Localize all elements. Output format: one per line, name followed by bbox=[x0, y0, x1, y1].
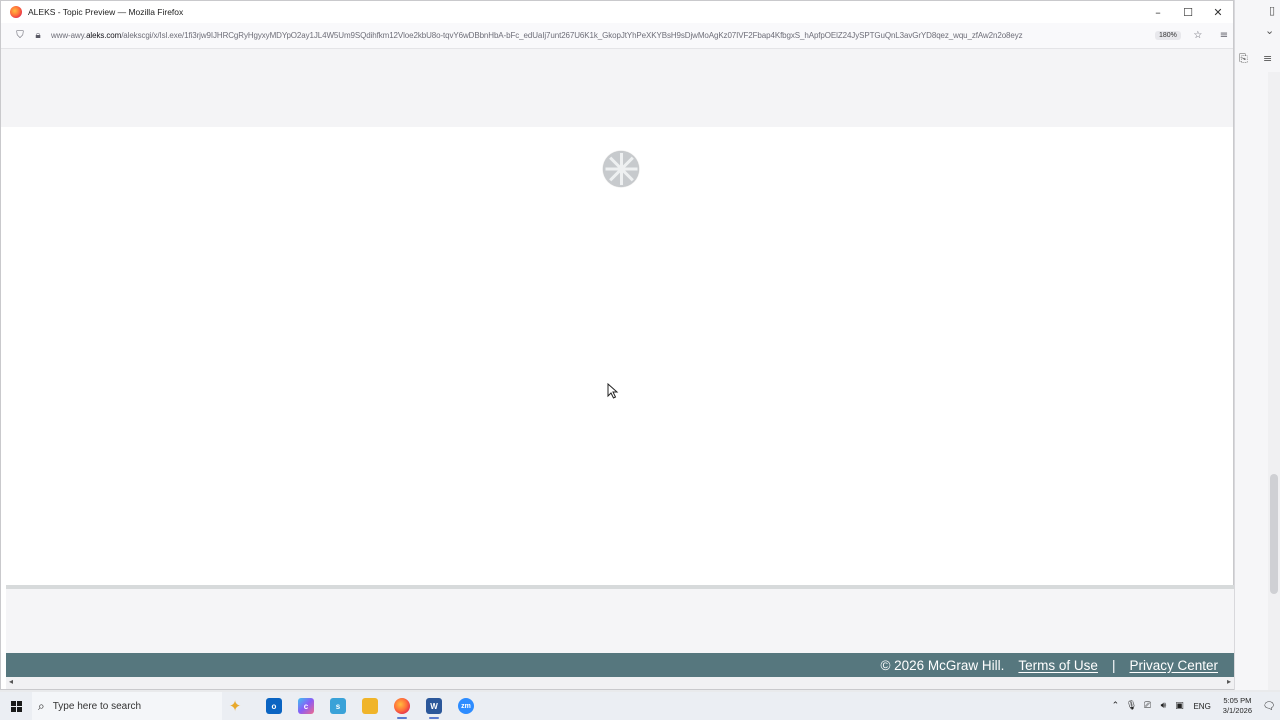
zoom-icon: zm bbox=[458, 698, 474, 714]
terms-of-use-link[interactable]: Terms of Use bbox=[1018, 658, 1098, 673]
zoom-level-badge[interactable]: 180% bbox=[1155, 31, 1181, 40]
copilot-icon: c bbox=[298, 698, 314, 714]
folder-icon bbox=[362, 698, 378, 714]
lock-icon[interactable]: 🔒︎ bbox=[29, 27, 47, 45]
language-indicator[interactable]: ENG bbox=[1193, 702, 1210, 711]
firefox-logo-icon bbox=[10, 6, 22, 18]
address-bar: ⛉ 🔒︎ www-awy.aleks.com/alekscgi/x/Isl.ex… bbox=[1, 23, 1233, 49]
url-text[interactable]: www-awy.aleks.com/alekscgi/x/Isl.exe/1fi… bbox=[51, 31, 1151, 40]
maximize-button[interactable]: ☐ bbox=[1173, 1, 1203, 23]
menu-icon[interactable]: ≡ bbox=[1263, 52, 1272, 65]
taskbar-copilot[interactable]: c bbox=[290, 692, 322, 720]
taskbar-outlook[interactable]: o bbox=[258, 692, 290, 720]
background-scrollbar-thumb[interactable] bbox=[1270, 474, 1278, 594]
taskbar-firefox[interactable] bbox=[386, 692, 418, 720]
extensions-icon[interactable]: ⎘ bbox=[1239, 52, 1248, 66]
snipping-tool-icon: s bbox=[330, 698, 346, 714]
search-placeholder: Type here to search bbox=[52, 700, 142, 712]
title-bar[interactable]: ALEKS - Topic Preview — Mozilla Firefox … bbox=[1, 1, 1233, 23]
close-button[interactable]: ✕ bbox=[1203, 1, 1233, 23]
page-content: © 2026 McGraw Hill. Terms of Use | Priva… bbox=[1, 49, 1234, 689]
system-tray: ⌃ 🎙︎ ⎚ 🔊︎ ▣ ENG 5:05 PM 3/1/2026 🗨︎ bbox=[1107, 692, 1280, 720]
lower-band bbox=[6, 589, 1234, 653]
windows-logo-icon bbox=[10, 700, 22, 712]
privacy-center-link[interactable]: Privacy Center bbox=[1129, 658, 1218, 673]
taskbar: ⌕ Type here to search ✦ o c s W zm ⌃ 🎙︎ … bbox=[0, 692, 1280, 720]
footer-separator: | bbox=[1111, 657, 1116, 673]
window-title: ALEKS - Topic Preview — Mozilla Firefox bbox=[28, 7, 184, 17]
notification-icon[interactable]: 🗨︎ bbox=[1258, 692, 1280, 720]
header-band bbox=[1, 49, 1233, 127]
clock-time: 5:05 PM bbox=[1223, 696, 1252, 705]
hamburger-menu-icon[interactable]: ≡ bbox=[1215, 27, 1233, 45]
clock[interactable]: 5:05 PM 3/1/2026 bbox=[1223, 696, 1252, 716]
desktop: ▯ ⌄ ⎘ ≡ ALEKS - Topic Preview — Mozilla … bbox=[0, 0, 1280, 720]
taskbar-zoom[interactable]: zm bbox=[450, 692, 482, 720]
scroll-right-icon[interactable]: ▸ bbox=[1227, 677, 1231, 686]
window-controls: – ☐ ✕ bbox=[1143, 1, 1233, 23]
search-highlight-icon[interactable]: ✦ bbox=[222, 692, 248, 720]
firefox-icon bbox=[394, 698, 410, 714]
shield-icon[interactable]: ⛉ bbox=[11, 27, 29, 45]
start-button[interactable] bbox=[0, 692, 32, 720]
taskbar-snipping-tool[interactable]: s bbox=[322, 692, 354, 720]
network-icon[interactable]: ⎚ bbox=[1139, 692, 1155, 720]
background-scrollbar[interactable] bbox=[1268, 72, 1280, 690]
taskbar-word[interactable]: W bbox=[418, 692, 450, 720]
copyright-text: © 2026 McGraw Hill. bbox=[880, 657, 1005, 673]
clock-date: 3/1/2026 bbox=[1222, 706, 1252, 715]
search-icon: ⌕ bbox=[38, 698, 45, 713]
taskbar-search[interactable]: ⌕ Type here to search bbox=[32, 692, 222, 720]
horizontal-scrollbar[interactable]: ◂ ▸ bbox=[6, 677, 1234, 689]
mouse-cursor-icon bbox=[607, 383, 619, 399]
bookmark-star-icon[interactable]: ☆ bbox=[1189, 27, 1207, 45]
page-footer: © 2026 McGraw Hill. Terms of Use | Priva… bbox=[6, 653, 1234, 677]
background-window-edge-icon: ▯ bbox=[1269, 4, 1276, 17]
microphone-icon[interactable]: 🎙︎ bbox=[1123, 692, 1139, 720]
volume-icon[interactable]: 🔊︎ bbox=[1155, 692, 1171, 720]
word-icon: W bbox=[426, 698, 442, 714]
minimize-button[interactable]: – bbox=[1143, 1, 1173, 23]
taskbar-file-explorer[interactable] bbox=[354, 692, 386, 720]
outlook-icon: o bbox=[266, 698, 282, 714]
firefox-window: ALEKS - Topic Preview — Mozilla Firefox … bbox=[0, 0, 1234, 690]
loading-spinner-icon bbox=[603, 151, 639, 187]
scroll-left-icon[interactable]: ◂ bbox=[9, 677, 13, 686]
chevron-down-icon[interactable]: ⌄ bbox=[1265, 24, 1274, 37]
chevron-up-icon[interactable]: ⌃ bbox=[1107, 692, 1123, 720]
display-icon[interactable]: ▣ bbox=[1171, 692, 1187, 720]
background-window[interactable]: ▯ ⌄ ⎘ ≡ bbox=[1234, 0, 1280, 690]
